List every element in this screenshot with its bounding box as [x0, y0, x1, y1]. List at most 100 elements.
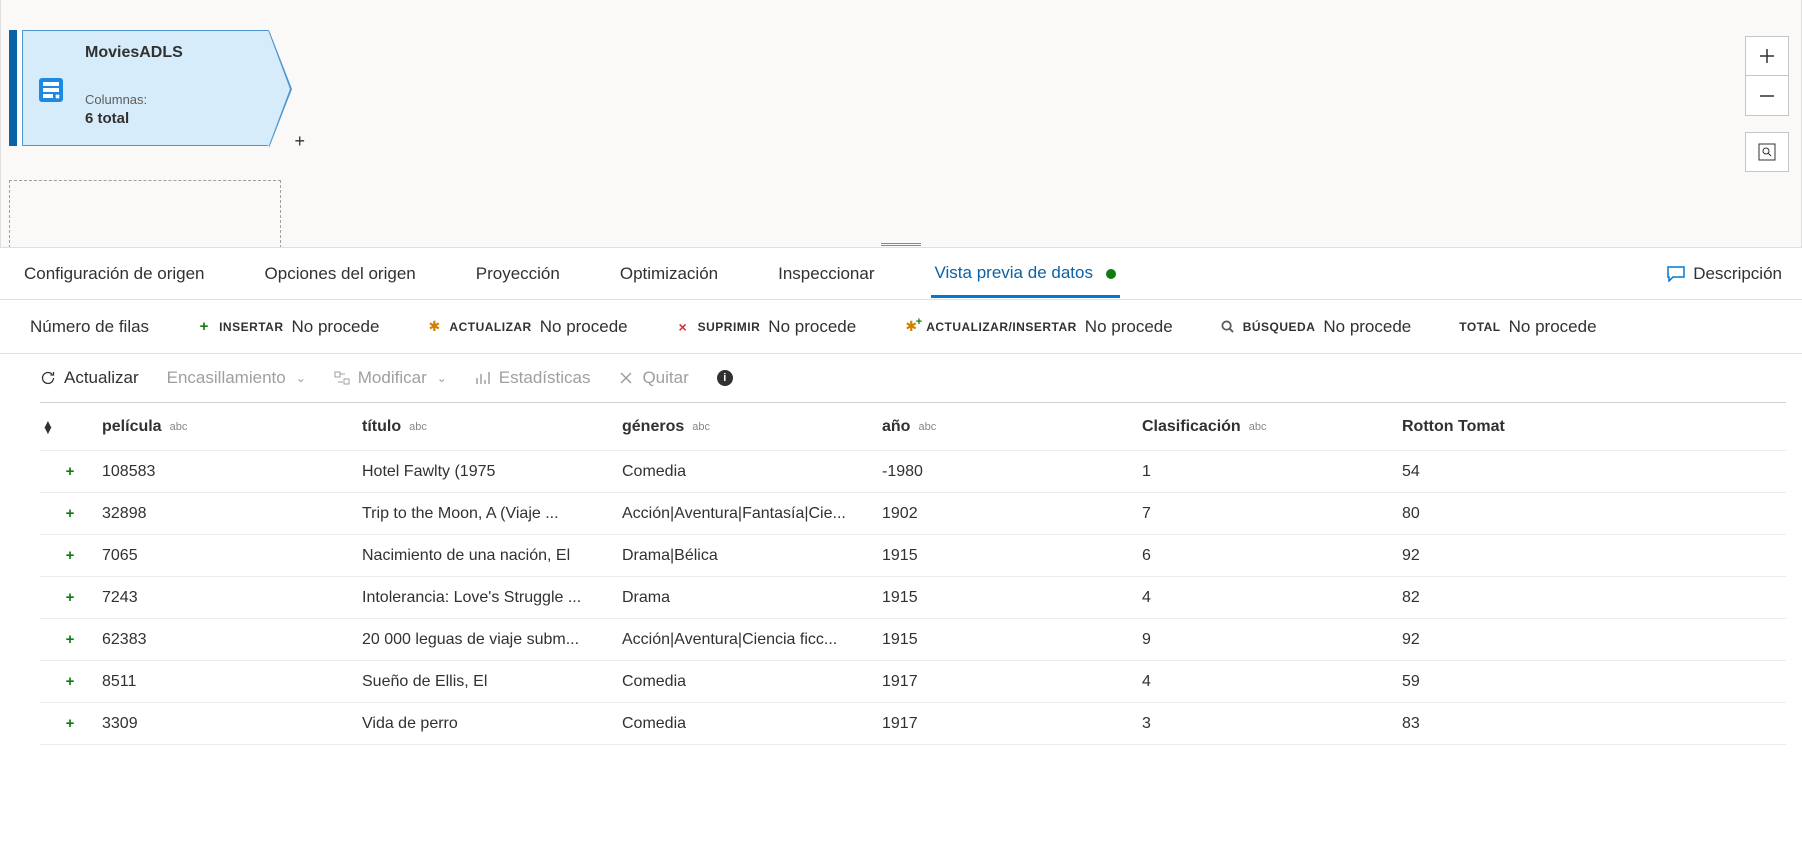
column-header-generos[interactable]: génerosabc [620, 418, 880, 436]
type-badge: abc [918, 421, 936, 433]
node-columns-label: Columnas: [85, 92, 147, 107]
tab-source-options[interactable]: Opciones del origen [261, 252, 420, 296]
column-header-titulo[interactable]: títuloabc [360, 418, 620, 436]
cell-pelicula: 8511 [100, 673, 360, 691]
source-icon [39, 78, 63, 102]
refresh-button[interactable]: Actualizar [40, 368, 139, 388]
fit-icon [1758, 143, 1776, 161]
row-insert-icon: + [40, 673, 100, 690]
zoom-fit-button[interactable] [1745, 132, 1789, 172]
column-label: película [102, 418, 162, 436]
column-header-rottontomat[interactable]: Rotton Tomat [1400, 418, 1600, 436]
table-row[interactable]: +8511Sueño de Ellis, ElComedia1917459 [40, 661, 1786, 703]
statistics-label: Estadísticas [499, 368, 591, 388]
add-step-button[interactable]: + [294, 131, 305, 152]
panel-resize-handle[interactable] [881, 241, 921, 247]
description-button[interactable]: Descripción [1667, 264, 1782, 284]
row-stats-bar: Número de filas + INSERTAR No procede ✱ … [0, 300, 1802, 354]
cell-clasificacion: 9 [1140, 631, 1400, 649]
cell-ano: 1917 [880, 673, 1140, 691]
refresh-label: Actualizar [64, 368, 139, 388]
chevron-down-icon: ⌄ [296, 371, 306, 385]
cell-rt: 83 [1400, 715, 1600, 733]
refresh-icon [40, 370, 56, 386]
cell-titulo: Trip to the Moon, A (Viaje ... [360, 505, 620, 523]
add-source-placeholder[interactable]: Agregar origen [9, 180, 281, 248]
cell-titulo: 20 000 leguas de viaje subm... [360, 631, 620, 649]
detail-tabs: Configuración de origen Opciones del ori… [0, 248, 1802, 300]
remove-button[interactable]: Quitar [618, 368, 688, 388]
cell-rt: 54 [1400, 463, 1600, 481]
remove-label: Quitar [642, 368, 688, 388]
search-icon [1221, 320, 1235, 334]
status-dot-icon [1106, 269, 1116, 279]
table-row[interactable]: +3309Vida de perroComedia1917383 [40, 703, 1786, 745]
node-title: MoviesADLS [85, 44, 183, 62]
close-icon [618, 370, 634, 386]
tab-optimize[interactable]: Optimización [616, 252, 722, 296]
column-header-ano[interactable]: añoabc [880, 418, 1140, 436]
row-insert-icon: + [40, 715, 100, 732]
sort-column-button[interactable]: ▲▼ [40, 421, 100, 433]
stat-upsert: ✱ + ACTUALIZAR/INSERTAR No procede [904, 317, 1173, 337]
cell-ano: 1917 [880, 715, 1140, 733]
zoom-out-button[interactable] [1745, 76, 1789, 116]
cell-ano: -1980 [880, 463, 1140, 481]
stat-total: TOTAL No procede [1459, 317, 1596, 337]
stat-insert-key: INSERTAR [219, 320, 283, 334]
column-label: Rotton Tomat [1402, 418, 1505, 436]
cell-generos: Acción|Aventura|Ciencia ficc... [620, 631, 880, 649]
cell-pelicula: 108583 [100, 463, 360, 481]
type-badge: abc [1249, 421, 1267, 433]
tab-inspect[interactable]: Inspeccionar [774, 252, 878, 296]
asterisk-icon: ✱ [427, 320, 441, 334]
cell-titulo: Nacimiento de una nación, El [360, 547, 620, 565]
row-insert-icon: + [40, 547, 100, 564]
stat-upsert-val: No procede [1085, 317, 1173, 337]
stat-total-val: No procede [1509, 317, 1597, 337]
cell-clasificacion: 6 [1140, 547, 1400, 565]
table-row[interactable]: +32898Trip to the Moon, A (Viaje ...Acci… [40, 493, 1786, 535]
dataflow-canvas[interactable]: MoviesADLS Columnas: 6 total + Agregar o… [0, 0, 1802, 248]
stat-upsert-key: ACTUALIZAR/INSERTAR [926, 320, 1077, 334]
typecast-button[interactable]: Encasillamiento ⌄ [167, 368, 306, 388]
cell-clasificacion: 4 [1140, 589, 1400, 607]
cell-titulo: Intolerancia: Love's Struggle ... [360, 589, 620, 607]
cell-clasificacion: 3 [1140, 715, 1400, 733]
source-node[interactable]: MoviesADLS Columnas: 6 total + [9, 30, 269, 146]
column-header-clasificacion[interactable]: Clasificaciónabc [1140, 418, 1400, 436]
table-row[interactable]: +7065Nacimiento de una nación, ElDrama|B… [40, 535, 1786, 577]
cell-pelicula: 32898 [100, 505, 360, 523]
row-insert-icon: + [40, 463, 100, 480]
zoom-in-button[interactable] [1745, 36, 1789, 76]
stat-insert: + INSERTAR No procede [197, 317, 379, 337]
cell-pelicula: 3309 [100, 715, 360, 733]
table-row[interactable]: +6238320 000 leguas de viaje subm...Acci… [40, 619, 1786, 661]
column-label: géneros [622, 418, 684, 436]
cell-rt: 82 [1400, 589, 1600, 607]
cell-clasificacion: 1 [1140, 463, 1400, 481]
cell-rt: 59 [1400, 673, 1600, 691]
column-label: año [882, 418, 910, 436]
stat-delete-val: No procede [768, 317, 856, 337]
cell-clasificacion: 7 [1140, 505, 1400, 523]
tab-projection[interactable]: Proyección [472, 252, 564, 296]
cell-pelicula: 62383 [100, 631, 360, 649]
cell-ano: 1902 [880, 505, 1140, 523]
tab-data-preview-label: Vista previa de datos [935, 263, 1093, 282]
upsert-icon: ✱ + [904, 320, 918, 334]
info-icon[interactable]: i [717, 370, 733, 386]
table-row[interactable]: +108583Hotel Fawlty (1975Comedia-1980154 [40, 451, 1786, 493]
tab-data-preview[interactable]: Vista previa de datos [931, 251, 1120, 298]
node-columns-total: 6 total [85, 110, 129, 127]
type-badge: abc [170, 421, 188, 433]
column-header-pelicula[interactable]: película abc [100, 418, 360, 436]
stat-delete: × SUPRIMIR No procede [676, 317, 857, 337]
stat-insert-val: No procede [292, 317, 380, 337]
table-row[interactable]: +7243Intolerancia: Love's Struggle ...Dr… [40, 577, 1786, 619]
modify-button[interactable]: Modificar ⌄ [334, 368, 447, 388]
column-label: título [362, 418, 401, 436]
statistics-button[interactable]: Estadísticas [475, 368, 591, 388]
tab-source-settings[interactable]: Configuración de origen [20, 252, 209, 296]
x-icon: × [676, 320, 690, 334]
